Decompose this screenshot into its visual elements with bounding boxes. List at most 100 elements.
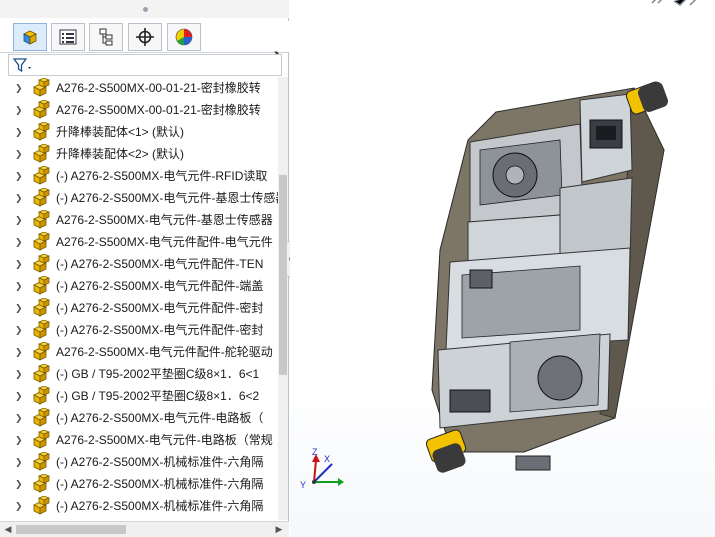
- tree-item-label: A276-2-S500MX-00-01-21-密封橡胶转: [56, 103, 261, 117]
- expand-arrow-icon[interactable]: ❯: [15, 434, 23, 446]
- fan-unit: [469, 269, 493, 289]
- expand-arrow-icon[interactable]: ❯: [15, 148, 23, 160]
- bottom-bracket: [515, 455, 551, 471]
- tab-property-manager[interactable]: [51, 23, 85, 51]
- assembly-icon: [31, 297, 51, 318]
- expand-arrow-icon[interactable]: ❯: [15, 170, 23, 182]
- tree-item[interactable]: ❯ (-) A276-2-S500MX-机械标准件-六角隔: [0, 451, 278, 473]
- filter-icon[interactable]: [12, 57, 34, 75]
- tree-item-label: (-) A276-2-S500MX-电气元件配件-端盖: [56, 279, 264, 293]
- drive-wheel-module: [537, 355, 583, 401]
- scroll-right-arrow-icon[interactable]: ▶: [272, 523, 286, 536]
- expand-arrow-icon[interactable]: ❯: [15, 258, 23, 270]
- expand-arrow-icon[interactable]: ❯: [15, 126, 23, 138]
- assembly-icon: [31, 77, 51, 98]
- feature-tree-icon: [23, 30, 37, 45]
- expand-arrow-icon[interactable]: ❯: [15, 346, 23, 358]
- tree-item-label: (-) A276-2-S500MX-电气元件-电路板（: [56, 411, 264, 425]
- expand-arrow-icon[interactable]: ❯: [15, 82, 23, 94]
- tree-item[interactable]: ❯ (-) A276-2-S500MX-机械标准件-六角隔: [0, 473, 278, 495]
- grip-dot: [143, 7, 148, 12]
- expand-arrow-icon[interactable]: ❯: [15, 236, 23, 248]
- assembly-icon: [31, 363, 51, 384]
- tree-item[interactable]: ❯ (-) A276-2-S500MX-电气元件配件-TEN: [0, 253, 278, 275]
- assembly-icon: [31, 99, 51, 120]
- scroll-left-arrow-icon[interactable]: ◀: [1, 523, 15, 536]
- assembly-icon: [31, 253, 51, 274]
- tree-item[interactable]: ❯ 升降棒装配体<1> (默认): [0, 121, 278, 143]
- tree-item-label: (-) A276-2-S500MX-电气元件配件-TEN: [56, 257, 264, 271]
- expand-arrow-icon[interactable]: ❯: [15, 214, 23, 226]
- expand-arrow-icon[interactable]: ❯: [15, 104, 23, 116]
- tree-item-label: (-) A276-2-S500MX-电气元件-RFID读取: [56, 169, 268, 183]
- tab-display-manager[interactable]: [167, 23, 201, 51]
- triad-label-x: X: [324, 454, 330, 464]
- tree-item-label: (-) A276-2-S500MX-机械标准件-六角隔: [56, 477, 264, 491]
- tree-item[interactable]: ❯ (-) A276-2-S500MX-电气元件配件-密封: [0, 319, 278, 341]
- expand-arrow-icon[interactable]: ❯: [15, 280, 23, 292]
- triad-label-y: Y: [300, 480, 306, 490]
- configuration-manager-icon: [99, 28, 113, 46]
- tree-item-label: (-) A276-2-S500MX-机械标准件-六角隔: [56, 499, 264, 513]
- tree-item[interactable]: ❯ A276-2-S500MX-电气元件-电路板（常规: [0, 429, 278, 451]
- expand-arrow-icon[interactable]: ❯: [15, 390, 23, 402]
- assembly-icon: [31, 187, 51, 208]
- tree-horizontal-scrollbar[interactable]: ◀ ▶: [0, 521, 289, 537]
- tree-item[interactable]: ❯ (-) A276-2-S500MX-电气元件-基恩士传感器: [0, 187, 278, 209]
- tree-item-label: (-) A276-2-S500MX-机械标准件-六角隔: [56, 455, 264, 469]
- tree-item[interactable]: ❯ A276-2-S500MX-00-01-21-密封橡胶转: [0, 99, 278, 121]
- expand-arrow-icon[interactable]: ❯: [15, 192, 23, 204]
- graphics-area[interactable]: X Z Y: [290, 0, 715, 537]
- tree-item[interactable]: ❯ 升降棒装配体<2> (默认): [0, 143, 278, 165]
- expand-arrow-icon[interactable]: ❯: [15, 500, 23, 512]
- tree-vertical-scrollbar[interactable]: [278, 77, 288, 520]
- feature-tree: ❯ A276-2-S500MX-00-01-21-密封橡胶转 ❯ A276-2-S50…: [0, 77, 278, 520]
- triad-label-z: Z: [312, 448, 318, 457]
- expand-arrow-icon[interactable]: ❯: [15, 456, 23, 468]
- orientation-triad[interactable]: X Z Y: [298, 448, 358, 498]
- panel-grip[interactable]: [0, 0, 289, 18]
- tree-item-label: (-) A276-2-S500MX-电气元件-基恩士传感器: [56, 191, 278, 205]
- assembly-icon: [31, 319, 51, 340]
- tab-featuremanager-design-tree[interactable]: [13, 23, 47, 51]
- assembly-icon: [31, 121, 51, 142]
- assembly-icon: [31, 275, 51, 296]
- tree-item[interactable]: ❯ (-) A276-2-S500MX-机械标准件-六角隔: [0, 495, 278, 517]
- tree-item[interactable]: ❯ (-) A276-2-S500MX-电气元件-RFID读取: [0, 165, 278, 187]
- tree-item-label: (-) GB / T95-2002平垫圈C级8×1．6<2: [56, 389, 260, 403]
- tab-dimxpert-manager[interactable]: [128, 23, 162, 51]
- tree-item[interactable]: ❯ (-) GB / T95-2002平垫圈C级8×1．6<2: [0, 385, 278, 407]
- expand-arrow-icon[interactable]: ❯: [15, 478, 23, 490]
- assembly-icon: [31, 451, 51, 472]
- tree-filter-bar[interactable]: [8, 54, 282, 76]
- assembly-icon: [31, 429, 51, 450]
- assembly-icon: [31, 385, 51, 406]
- crosshair-icon: [136, 28, 154, 46]
- tree-item-label: A276-2-S500MX-00-01-21-密封橡胶转: [56, 81, 261, 95]
- tree-item[interactable]: ❯ A276-2-S500MX-电气元件配件-舵轮驱动: [0, 341, 278, 363]
- tree-item[interactable]: ❯ (-) A276-2-S500MX-电气元件配件-密封: [0, 297, 278, 319]
- display-screen: [596, 126, 616, 140]
- tree-item[interactable]: ❯ (-) A276-2-S500MX-电气元件-电路板（: [0, 407, 278, 429]
- tree-item[interactable]: ❯ A276-2-S500MX-00-01-21-密封橡胶转: [0, 77, 278, 99]
- tree-item-label: (-) A276-2-S500MX-电气元件配件-密封: [56, 323, 264, 337]
- connector-block: [449, 389, 491, 413]
- expand-arrow-icon[interactable]: ❯: [15, 302, 23, 314]
- feature-manager-panel: ❯ ❯ A276-2-S500MX-00-01-21-密封橡胶转 ❯ A276-2-S…: [0, 0, 289, 537]
- tree-item[interactable]: ❯ A276-2-S500MX-电气元件-基恩士传感器: [0, 209, 278, 231]
- assembly-icon: [31, 209, 51, 230]
- tree-item[interactable]: ❯ A276-2-S500MX-电气元件配件-电气元件: [0, 231, 278, 253]
- tree-item-label: 升降棒装配体<1> (默认): [56, 125, 185, 139]
- assembly-icon: [31, 341, 51, 362]
- manager-tab-bar: ❯: [0, 21, 289, 65]
- horizontal-scroll-thumb[interactable]: [16, 525, 126, 534]
- tree-item[interactable]: ❯ (-) A276-2-S500MX-电气元件配件-端盖: [0, 275, 278, 297]
- assembly-icon: [31, 473, 51, 494]
- tree-item-label: A276-2-S500MX-电气元件配件-舵轮驱动: [56, 345, 273, 359]
- expand-arrow-icon[interactable]: ❯: [15, 368, 23, 380]
- expand-arrow-icon[interactable]: ❯: [15, 324, 23, 336]
- tree-item-label: (-) A276-2-S500MX-电气元件配件-密封: [56, 301, 264, 315]
- expand-arrow-icon[interactable]: ❯: [15, 412, 23, 424]
- tab-configuration-manager[interactable]: [89, 23, 123, 51]
- tree-item[interactable]: ❯ (-) GB / T95-2002平垫圈C级8×1．6<1: [0, 363, 278, 385]
